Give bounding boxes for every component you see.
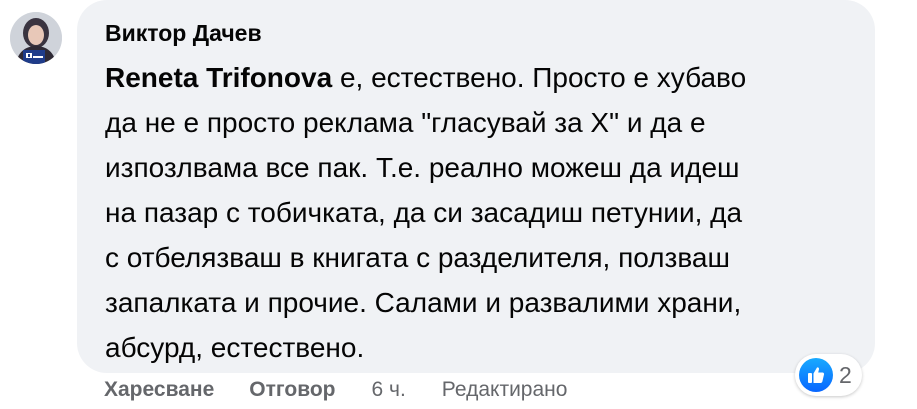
comment-text: Reneta Trifonova е, естествено. Просто е… [105,55,855,370]
comment-line: изпозлвама все пак. Т.е. реално можеш да… [105,152,740,183]
avatar-image [10,12,62,64]
timestamp[interactable]: 6 ч. [372,378,406,402]
reactions-summary[interactable]: 2 [795,354,862,396]
like-icon [799,358,833,392]
comment-actions: Харесване Отговор 6 ч. Редактирано [104,378,567,402]
comment-container: Виктор Дачев Reneta Trifonova е, естеств… [0,0,917,409]
comment-line: запалката и прочие. Салами и развалими х… [105,287,742,318]
comment-author[interactable]: Виктор Дачев [105,20,262,47]
mention-link[interactable]: Reneta Trifonova [105,62,332,93]
comment-line: абсурд, естествено. [105,332,365,363]
like-button[interactable]: Харесване [104,378,214,402]
reply-button[interactable]: Отговор [249,378,335,402]
comment-line: да не е просто реклама "гласувай за Х" и… [105,107,706,138]
avatar[interactable] [10,12,62,64]
edited-label: Редактирано [441,378,568,401]
comment-line: на пазар с тобичката, да си засадиш пету… [105,197,743,228]
reaction-count: 2 [839,361,852,388]
comment-line: с отбелязваш в книгата с разделителя, по… [105,242,730,273]
comment-line: е, естествено. Просто е хубаво [332,62,747,93]
